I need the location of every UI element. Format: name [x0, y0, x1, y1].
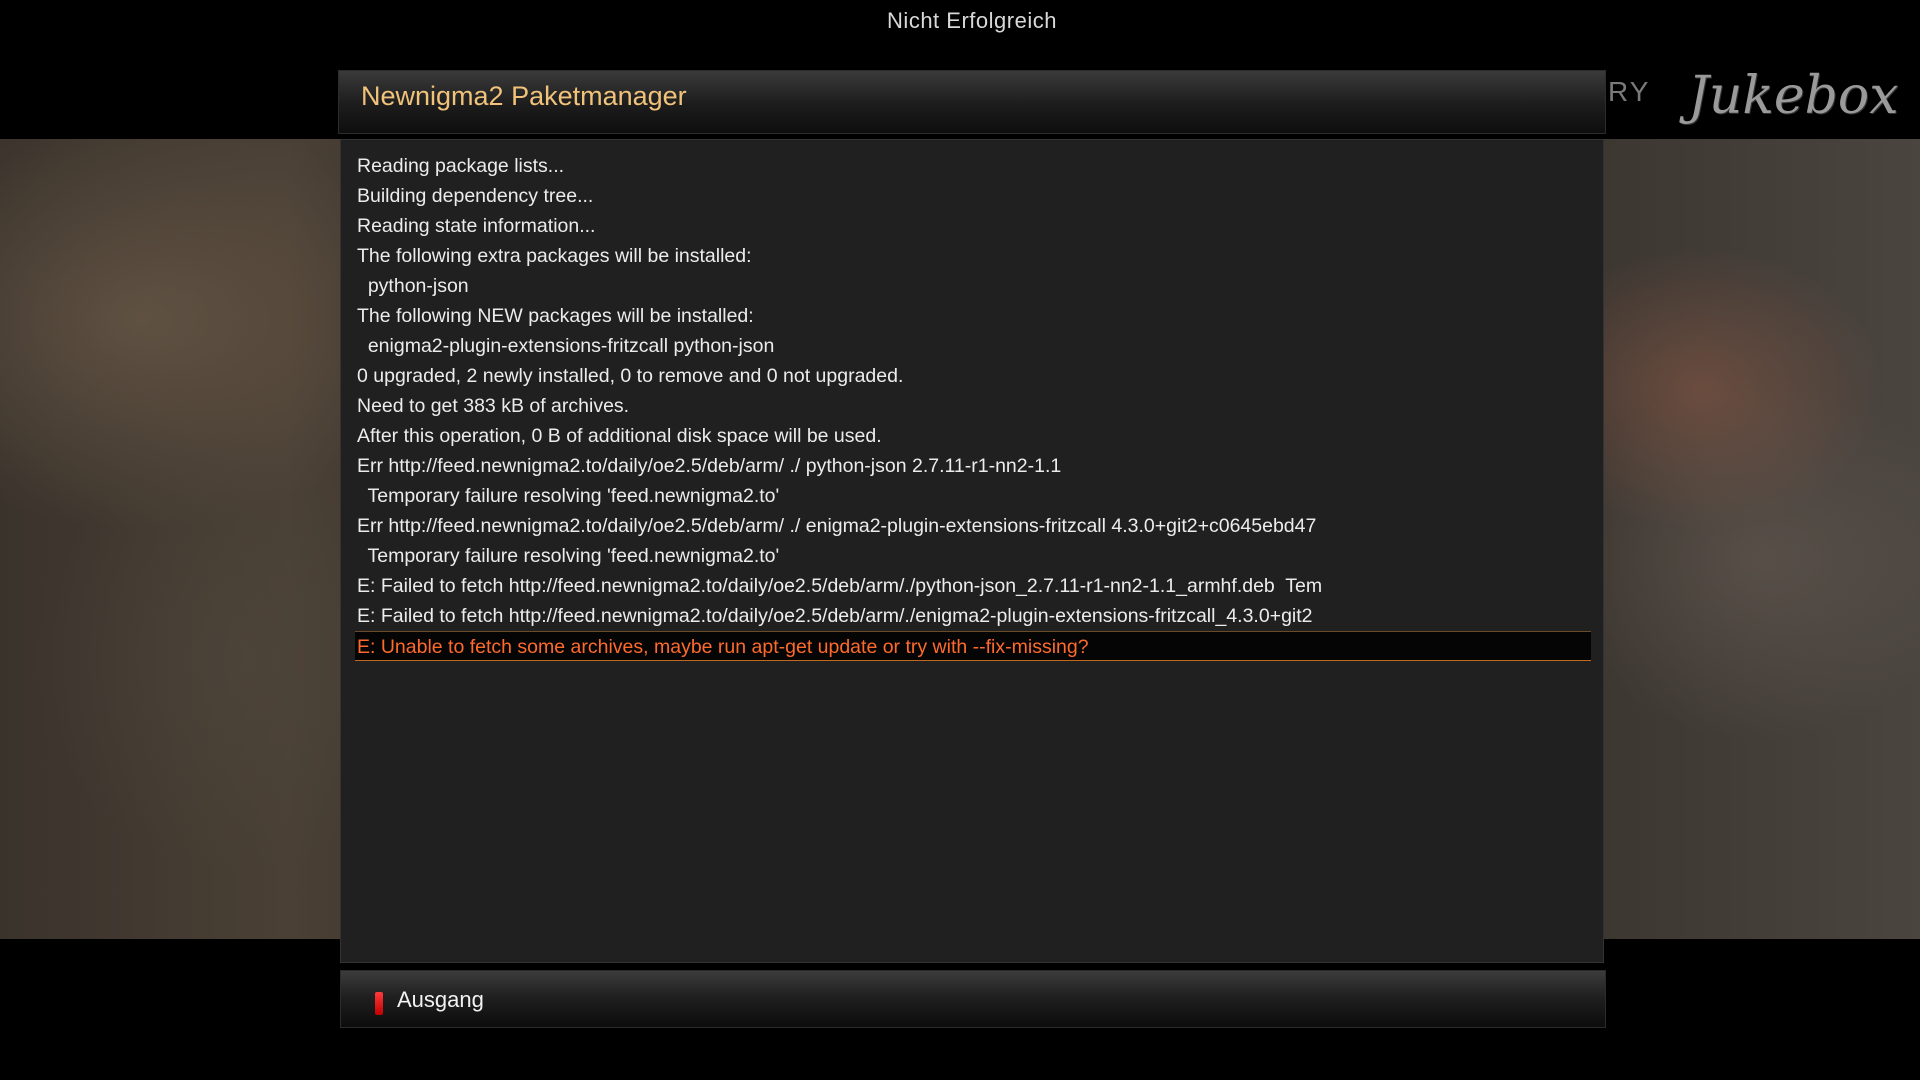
log-line[interactable]: E: Failed to fetch http://feed.newnigma2…: [355, 601, 1591, 631]
dialog-title-bar: Newnigma2 Paketmanager: [338, 70, 1606, 134]
log-line[interactable]: Need to get 383 kB of archives.: [355, 391, 1591, 421]
button-bar: Ausgang: [340, 970, 1606, 1028]
screen: Nicht Erfolgreich RY Jukebox Newnigma2 P…: [0, 0, 1920, 1080]
log-line[interactable]: Reading state information...: [355, 211, 1591, 241]
log-line[interactable]: The following NEW packages will be insta…: [355, 301, 1591, 331]
log-line[interactable]: Reading package lists...: [355, 151, 1591, 181]
log-line-selected[interactable]: E: Unable to fetch some archives, maybe …: [355, 631, 1591, 661]
dialog-title: Newnigma2 Paketmanager: [361, 81, 687, 111]
log-panel[interactable]: Reading package lists... Building depend…: [340, 139, 1604, 963]
log-line[interactable]: Err http://feed.newnigma2.to/daily/oe2.5…: [355, 511, 1591, 541]
package-manager-dialog: Newnigma2 Paketmanager Reading package l…: [338, 70, 1606, 963]
log-line[interactable]: Temporary failure resolving 'feed.newnig…: [355, 541, 1591, 571]
status-title: Nicht Erfolgreich: [887, 8, 1057, 33]
jukebox-logo: Jukebox: [1688, 66, 1899, 126]
brand-text-partial: RY: [1608, 76, 1651, 107]
red-key-icon: [375, 992, 383, 1015]
log-line[interactable]: E: Failed to fetch http://feed.newnigma2…: [355, 571, 1591, 601]
exit-button[interactable]: Ausgang: [397, 987, 484, 1013]
log-line[interactable]: Building dependency tree...: [355, 181, 1591, 211]
log-line[interactable]: enigma2-plugin-extensions-fritzcall pyth…: [355, 331, 1591, 361]
log-line[interactable]: 0 upgraded, 2 newly installed, 0 to remo…: [355, 361, 1591, 391]
log-list[interactable]: Reading package lists... Building depend…: [355, 151, 1591, 661]
log-line[interactable]: After this operation, 0 B of additional …: [355, 421, 1591, 451]
log-line[interactable]: Temporary failure resolving 'feed.newnig…: [355, 481, 1591, 511]
log-line[interactable]: python-json: [355, 271, 1591, 301]
log-line[interactable]: The following extra packages will be ins…: [355, 241, 1591, 271]
log-line[interactable]: Err http://feed.newnigma2.to/daily/oe2.5…: [355, 451, 1591, 481]
